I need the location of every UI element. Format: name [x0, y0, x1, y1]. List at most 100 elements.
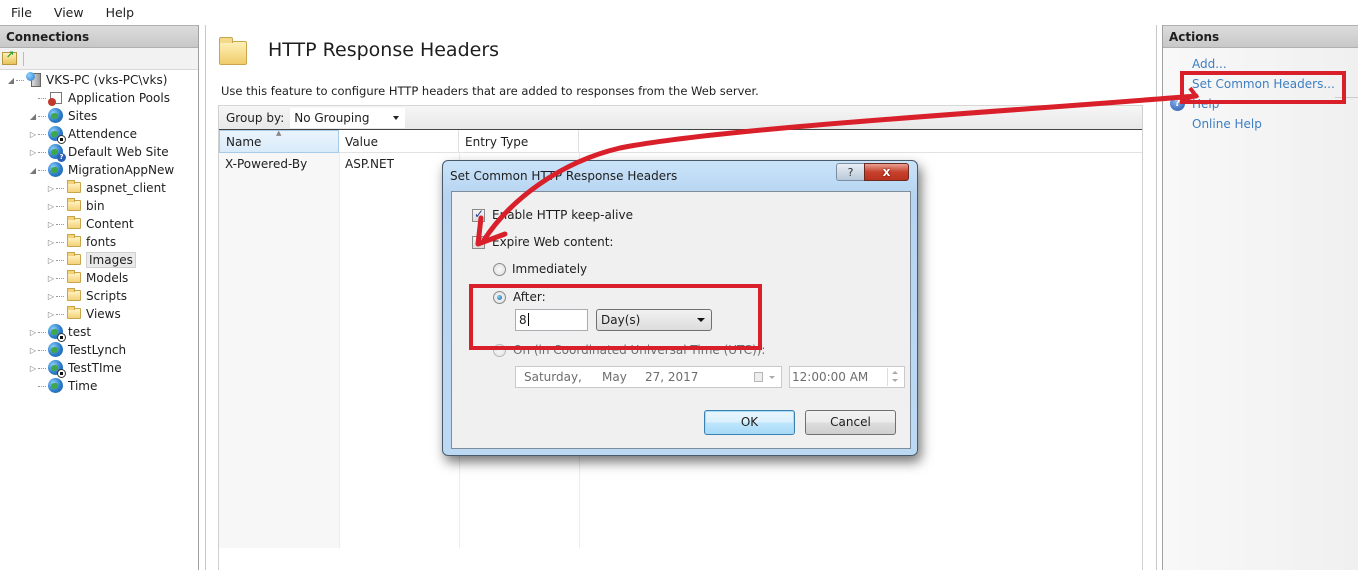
tree-node-label: VKS-PC (vks-PC\vks): [46, 73, 168, 87]
tree-connector: [56, 313, 64, 315]
tree-node[interactable]: ◢ VKS-PC (vks-PC\vks): [0, 71, 198, 89]
expire-content-checkbox[interactable]: [472, 234, 485, 249]
date-picker[interactable]: Saturday , May 27, 2017: [515, 366, 782, 388]
tree-node-label: fonts: [86, 235, 117, 249]
sort-ascending-icon: ▲: [276, 129, 282, 137]
action-help[interactable]: ? Help: [1163, 94, 1358, 114]
group-by-bar: Group by: No Grouping: [219, 105, 1142, 129]
action-add[interactable]: Add...: [1163, 54, 1358, 74]
connections-tree: ◢ VKS-PC (vks-PC\vks) Application Pools ◢ Si…: [0, 70, 198, 395]
expand-triangle-icon[interactable]: ▷: [46, 256, 56, 265]
tree-node-label: Views: [86, 307, 121, 321]
expand-triangle-icon[interactable]: ▷: [46, 274, 56, 283]
site-stopped-icon: [48, 360, 66, 378]
tree-node[interactable]: ▷ test: [0, 323, 198, 342]
immediately-label: Immediately: [512, 262, 588, 276]
site-stopped-icon: [48, 126, 66, 144]
group-by-value: No Grouping: [294, 110, 370, 125]
menu-view[interactable]: View: [43, 5, 95, 20]
tree-node[interactable]: ▷ aspnet_client: [0, 179, 198, 197]
site-stopped-icon: [48, 324, 66, 342]
time-spinner[interactable]: [887, 368, 903, 386]
folder-icon: [66, 234, 82, 250]
expand-triangle-icon[interactable]: ▷: [46, 220, 56, 229]
tree-connector: [56, 241, 64, 243]
expand-triangle-icon[interactable]: ▷: [46, 310, 56, 319]
tree-node[interactable]: ▷ Attendence: [0, 125, 198, 144]
folder-icon: [66, 216, 82, 232]
expand-triangle-icon[interactable]: ▷: [46, 292, 56, 301]
dialog-help-button[interactable]: ?: [836, 163, 864, 181]
tree-node-label: Sites: [68, 109, 98, 123]
expand-triangle-icon[interactable]: ▷: [28, 364, 38, 373]
tree-node[interactable]: ▷ Models: [0, 269, 198, 287]
action-online-help[interactable]: Online Help: [1163, 114, 1358, 134]
tree-node[interactable]: ▷ Views: [0, 305, 198, 323]
collapse-triangle-icon[interactable]: ◢: [28, 166, 38, 175]
tree-node-label: MigrationAppNew: [68, 163, 175, 177]
tree-node[interactable]: Time: [0, 377, 198, 395]
keep-alive-checkbox[interactable]: [472, 207, 485, 222]
actions-separator: [1335, 97, 1358, 98]
tree-node[interactable]: ▷ TestTIme: [0, 359, 198, 378]
tree-node[interactable]: ▷ Content: [0, 215, 198, 233]
expand-triangle-icon[interactable]: ▷: [28, 148, 38, 157]
tree-node[interactable]: Application Pools: [0, 89, 198, 107]
after-radio[interactable]: [493, 291, 506, 304]
menu-help[interactable]: Help: [95, 5, 146, 20]
collapse-triangle-icon[interactable]: ◢: [6, 76, 16, 85]
column-header-value[interactable]: Value: [339, 130, 459, 153]
tree-connector: [56, 295, 64, 297]
site-icon: [48, 162, 64, 178]
tree-node-label: Application Pools: [68, 91, 170, 105]
site-unknown-icon: ?: [48, 144, 66, 162]
tree-node-label: Images: [86, 252, 136, 268]
menu-file[interactable]: File: [0, 5, 43, 20]
connect-icon[interactable]: ↗: [2, 51, 17, 65]
on-date-radio[interactable]: [493, 344, 506, 357]
folder-icon: [66, 252, 82, 268]
set-common-headers-dialog: Set Common HTTP Response Headers ? x Ena…: [442, 160, 918, 456]
tree-node[interactable]: ▷? Default Web Site: [0, 143, 198, 162]
tree-node[interactable]: ▷ fonts: [0, 233, 198, 251]
tree-node[interactable]: ▷ TestLynch: [0, 341, 198, 359]
tree-connector: [38, 97, 46, 99]
menu-bar: File View Help: [0, 0, 1358, 25]
tree-node[interactable]: ◢ MigrationAppNew: [0, 161, 198, 179]
column-header-entry-type[interactable]: Entry Type: [459, 130, 579, 153]
ok-button[interactable]: OK: [704, 410, 795, 435]
tree-node[interactable]: ▷ Images: [0, 251, 198, 269]
expand-triangle-icon[interactable]: ▷: [46, 184, 56, 193]
after-unit-select[interactable]: Day(s): [596, 309, 712, 331]
dialog-close-button[interactable]: x: [864, 163, 909, 181]
expand-triangle-icon[interactable]: ▷: [28, 130, 38, 139]
tree-node-label: bin: [86, 199, 105, 213]
immediately-radio[interactable]: [493, 263, 506, 276]
expand-triangle-icon[interactable]: ▷: [46, 202, 56, 211]
column-headers: Name ▲ Value Entry Type: [219, 129, 1142, 153]
collapse-triangle-icon[interactable]: ◢: [28, 112, 38, 121]
action-set-common-headers[interactable]: Set Common Headers...: [1163, 74, 1358, 94]
after-amount-input[interactable]: 8: [515, 309, 588, 331]
tree-connector: [38, 331, 46, 333]
tree-node[interactable]: ▷ Scripts: [0, 287, 198, 305]
cancel-button[interactable]: Cancel: [805, 410, 896, 435]
tree-node-label: aspnet_client: [86, 181, 166, 195]
tree-node-label: Content: [86, 217, 134, 231]
expand-triangle-icon[interactable]: ▷: [28, 328, 38, 337]
time-picker[interactable]: 12:00:00 AM: [789, 366, 905, 388]
column-header-name[interactable]: Name ▲: [219, 129, 339, 153]
expand-triangle-icon[interactable]: ▷: [46, 238, 56, 247]
toolbar-separator: [23, 51, 24, 66]
tree-node-label: Attendence: [68, 127, 137, 141]
tree-connector: [56, 277, 64, 279]
group-by-select[interactable]: No Grouping: [290, 107, 406, 128]
sites-folder-icon: [48, 108, 64, 124]
column-header-filler: [579, 130, 1142, 153]
tree-connector: [56, 187, 64, 189]
tree-node[interactable]: ▷ bin: [0, 197, 198, 215]
site-icon: [48, 378, 64, 394]
on-date-label: On (in Coordinated Universal Time (UTC))…: [513, 343, 766, 357]
tree-node[interactable]: ◢ Sites: [0, 107, 198, 125]
expand-triangle-icon[interactable]: ▷: [28, 346, 38, 355]
